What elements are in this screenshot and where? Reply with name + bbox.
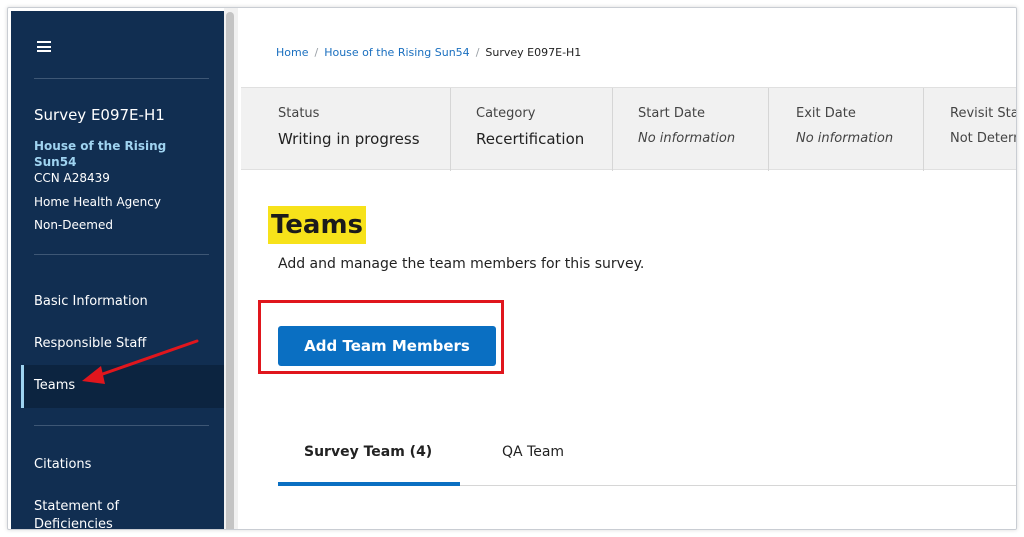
breadcrumb-separator: / <box>314 46 319 59</box>
status-label: Status <box>278 106 320 121</box>
status-cell: Status Writing in progress <box>241 88 451 171</box>
category-cell: Category Recertification <box>451 88 613 171</box>
survey-title: Survey E097E-H1 <box>34 106 165 124</box>
revisit-status-cell: Revisit Statu Not Determ <box>924 88 1016 171</box>
exit-date-label: Exit Date <box>796 106 856 121</box>
provider-type: Home Health Agency <box>34 195 161 209</box>
page-description: Add and manage the team members for this… <box>278 256 645 272</box>
tab-survey-team[interactable]: Survey Team (4) <box>304 444 432 460</box>
start-date-cell: Start Date No information <box>613 88 769 171</box>
sidebar-item-teams[interactable]: Teams <box>21 365 224 408</box>
exit-date-cell: Exit Date No information <box>769 88 924 171</box>
sidebar-item-citations[interactable]: Citations <box>21 457 224 472</box>
sidebar-item-basic-information[interactable]: Basic Information <box>21 294 224 309</box>
revisit-status-label: Revisit Statu <box>950 106 1016 121</box>
category-value: Recertification <box>476 130 585 148</box>
breadcrumb-home-link[interactable]: Home <box>276 46 308 59</box>
exit-date-value: No information <box>796 131 894 146</box>
annotation-highlight-box <box>258 300 504 374</box>
page-title: Teams <box>268 206 367 244</box>
sidebar-scrollbar-thumb[interactable] <box>226 12 234 529</box>
start-date-label: Start Date <box>638 106 705 121</box>
sidebar-item-statement-of-deficiencies[interactable]: Statement of Deficiencies <box>21 498 171 529</box>
sidebar-item-responsible-staff[interactable]: Responsible Staff <box>21 336 224 351</box>
sidebar-divider <box>34 78 209 79</box>
main-content: Home / House of the Rising Sun54 / Survey E0… <box>241 8 1016 529</box>
app-window: Survey E097E-H1 House of the Rising Sun5… <box>7 7 1017 530</box>
revisit-status-value: Not Determ <box>950 131 1016 146</box>
breadcrumb: Home / House of the Rising Sun54 / Survey E0… <box>276 46 581 59</box>
sidebar: Survey E097E-H1 House of the Rising Sun5… <box>11 11 224 529</box>
category-label: Category <box>476 106 536 121</box>
breadcrumb-provider-link[interactable]: House of the Rising Sun54 <box>324 46 469 59</box>
deemed-status: Non-Deemed <box>34 218 113 232</box>
active-tab-indicator <box>278 482 460 486</box>
tab-qa-team[interactable]: QA Team <box>502 444 564 460</box>
breadcrumb-separator: / <box>475 46 480 59</box>
hamburger-menu-icon[interactable] <box>37 41 51 52</box>
status-value: Writing in progress <box>278 130 420 148</box>
start-date-value: No information <box>638 131 736 146</box>
provider-name-link[interactable]: House of the Rising Sun54 <box>34 138 204 170</box>
ccn-number: CCN A28439 <box>34 171 110 185</box>
survey-status-bar: Status Writing in progress Category Rece… <box>241 87 1016 171</box>
sidebar-divider <box>34 254 209 255</box>
team-tabs: Survey Team (4) QA Team <box>278 428 1016 486</box>
breadcrumb-current: Survey E097E-H1 <box>485 46 582 59</box>
sidebar-divider <box>34 425 209 426</box>
